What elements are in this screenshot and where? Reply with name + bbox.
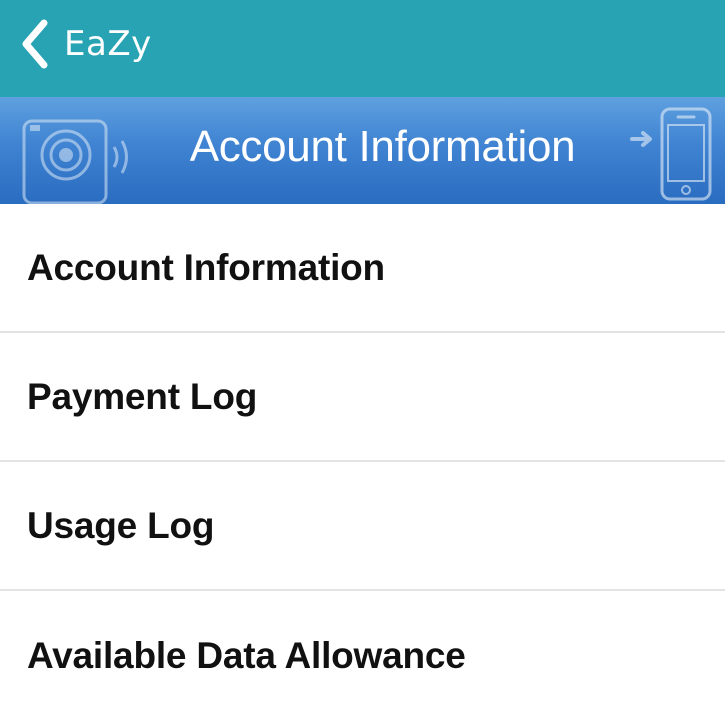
menu-item-label: Payment Log — [27, 375, 258, 417]
back-button-label: EaZy — [64, 24, 152, 64]
menu-item-account-information[interactable]: Account Information — [0, 204, 725, 333]
app-screen: EaZy Account Information Account Informa… — [0, 0, 725, 716]
menu-item-label: Usage Log — [27, 504, 215, 546]
page-header-banner: Account Information — [0, 97, 725, 204]
menu-item-label: Account Information — [27, 246, 385, 288]
chevron-left-icon — [22, 19, 48, 69]
menu-item-label: Available Data Allowance — [27, 634, 466, 676]
account-menu-list: Account Information Payment Log Usage Lo… — [0, 204, 725, 716]
menu-item-usage-log[interactable]: Usage Log — [0, 462, 725, 591]
top-nav-bar: EaZy — [0, 0, 725, 97]
phone-transfer-icon — [630, 107, 712, 201]
menu-item-payment-log[interactable]: Payment Log — [0, 333, 725, 462]
back-button[interactable]: EaZy — [18, 14, 152, 74]
menu-item-available-data-allowance[interactable]: Available Data Allowance — [0, 591, 725, 716]
page-title: Account Information — [189, 122, 576, 171]
